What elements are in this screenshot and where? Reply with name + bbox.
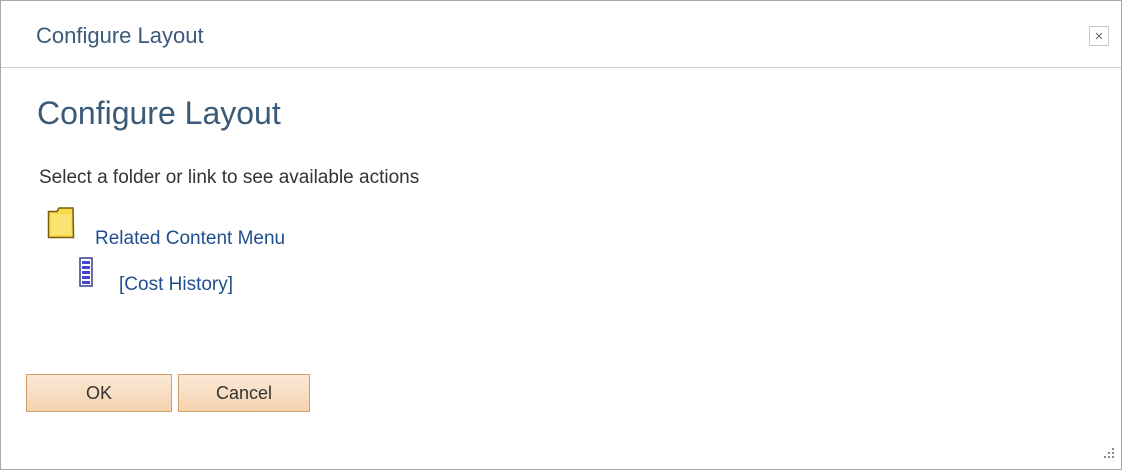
resize-grip-icon[interactable] <box>1102 446 1116 460</box>
close-icon: × <box>1094 28 1104 45</box>
ok-button[interactable]: OK <box>26 374 172 412</box>
cancel-button[interactable]: Cancel <box>178 374 310 412</box>
cost-history-link[interactable]: [Cost History] <box>119 274 233 296</box>
related-content-menu-link[interactable]: Related Content Menu <box>95 228 285 250</box>
instructions-text: Select a folder or link to see available… <box>39 167 420 188</box>
document-icon <box>79 257 93 287</box>
page-title: Configure Layout <box>37 95 281 131</box>
configure-layout-dialog: Configure Layout × Configure Layout Sele… <box>0 0 1122 470</box>
dialog-window-title: Configure Layout <box>36 23 204 48</box>
close-button[interactable]: × <box>1089 26 1109 46</box>
folder-icon <box>47 207 75 239</box>
dialog-titlebar: Configure Layout × <box>1 1 1121 68</box>
